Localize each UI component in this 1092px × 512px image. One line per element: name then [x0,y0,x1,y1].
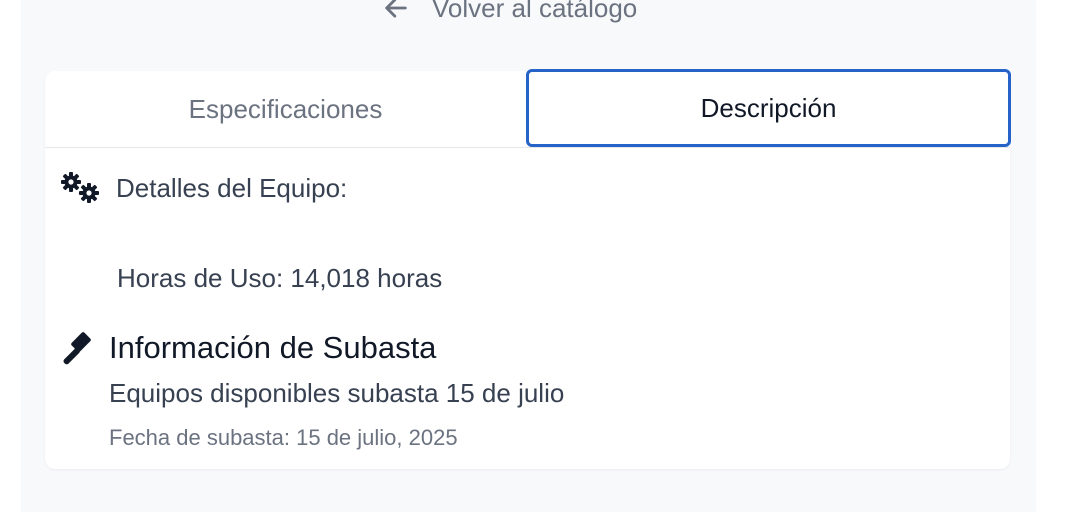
gears-icon [60,171,102,205]
tab-bar: Especificaciones Descripción [45,69,1011,148]
equipment-details-title: Detalles del Equipo: [116,172,348,203]
back-to-catalog-link[interactable]: Volver al catálogo [382,0,637,24]
usage-hours: Horas de Uso: 14,018 horas [117,263,443,293]
auction-info-title: Información de Subasta [109,330,437,365]
tab-descripcion[interactable]: Descripción [526,69,1011,147]
gavel-icon [60,330,96,366]
equipment-info-card: Especificaciones Descripción Detalles de… [45,69,1011,469]
auction-date: Fecha de subasta: 15 de julio, 2025 [109,425,458,450]
arrow-left-icon [382,0,410,22]
back-link-label: Volver al catálogo [432,0,638,23]
tab-especificaciones[interactable]: Especificaciones [45,71,526,147]
auction-description: Equipos disponibles subasta 15 de julio [109,378,565,408]
equipment-details-heading: Detalles del Equipo: [60,171,347,205]
auction-info-heading: Información de Subasta [60,330,436,366]
